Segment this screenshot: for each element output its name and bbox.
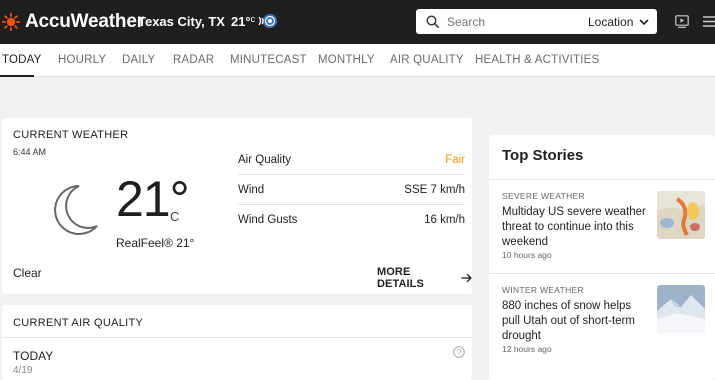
detail-label: Wind bbox=[238, 183, 265, 196]
air-quality-today-label: TODAY bbox=[13, 349, 54, 363]
accuweather-logo[interactable]: AccuWeather bbox=[2, 11, 144, 33]
realfeel-temperature: RealFeel® 21° bbox=[116, 236, 195, 250]
top-stories-card: Top Stories SEVERE WEATHER Multiday US s… bbox=[489, 135, 715, 380]
detail-value: 16 km/h bbox=[424, 214, 465, 226]
help-icon[interactable]: ? bbox=[453, 346, 465, 358]
video-icon[interactable] bbox=[675, 15, 689, 28]
weather-condition: Clear bbox=[13, 266, 42, 280]
detail-value: Fair bbox=[445, 153, 465, 166]
story-item[interactable]: SEVERE WEATHER Multiday US severe weathe… bbox=[489, 179, 715, 274]
current-location[interactable]: Texas City, TX 21°c bbox=[138, 14, 276, 29]
tab-today[interactable]: TODAY bbox=[2, 54, 42, 66]
search-bar: Location bbox=[416, 9, 657, 34]
tab-health-activities[interactable]: HEALTH & ACTIVITIES bbox=[475, 54, 599, 66]
story-headline[interactable]: Multiday US severe weather threat to con… bbox=[502, 205, 648, 250]
story-item[interactable]: WINTER WEATHER 880 inches of snow helps … bbox=[489, 273, 715, 368]
story-category: SEVERE WEATHER bbox=[502, 191, 585, 201]
tab-minutecast[interactable]: MINUTECAST bbox=[230, 54, 307, 66]
air-quality-date: 4/19 bbox=[13, 365, 33, 376]
tab-hourly[interactable]: HOURLY bbox=[58, 54, 106, 66]
more-details-label: MORE DETAILS bbox=[377, 266, 424, 290]
active-tab-indicator bbox=[0, 75, 34, 77]
divider bbox=[2, 337, 474, 338]
air-quality-card: CURRENT AIR QUALITY TODAY 4/19 ? bbox=[2, 305, 474, 380]
radar-badge-icon[interactable] bbox=[258, 11, 278, 31]
top-bar: AccuWeather Texas City, TX 21°c Location bbox=[0, 0, 715, 44]
snow-thumbnail-icon[interactable] bbox=[657, 285, 705, 333]
header-temp-unit: c bbox=[250, 14, 256, 24]
story-time: 10 hours ago bbox=[502, 250, 552, 260]
detail-label: Air Quality bbox=[238, 153, 292, 166]
location-dropdown-label: Location bbox=[588, 15, 634, 29]
arrow-right-icon bbox=[461, 273, 472, 283]
tab-radar[interactable]: RADAR bbox=[173, 54, 214, 66]
sun-logo-icon bbox=[2, 13, 20, 31]
tab-daily[interactable]: DAILY bbox=[122, 54, 155, 66]
detail-row-wind-gusts: Wind Gusts 16 km/h bbox=[238, 205, 465, 235]
clear-night-moon-icon bbox=[54, 185, 98, 235]
nav-tabs: TODAY HOURLY DAILY RADAR MINUTECAST MONT… bbox=[0, 44, 715, 77]
brand-name: AccuWeather bbox=[25, 11, 144, 32]
story-category: WINTER WEATHER bbox=[502, 285, 584, 295]
observation-time: 6:44 AM bbox=[13, 147, 47, 157]
tab-monthly[interactable]: MONTHLY bbox=[318, 54, 375, 66]
detail-label: Wind Gusts bbox=[238, 214, 298, 226]
temperature-unit: C bbox=[170, 209, 180, 224]
more-details-link[interactable]: MORE DETAILS bbox=[377, 266, 472, 290]
header-temp: 21°c bbox=[230, 14, 256, 29]
detail-row-wind: Wind SSE 7 km/h bbox=[238, 175, 465, 205]
location-name: Texas City, TX bbox=[138, 14, 225, 29]
tab-air-quality[interactable]: AIR QUALITY bbox=[390, 54, 464, 66]
weather-map-thumbnail-icon[interactable] bbox=[657, 191, 705, 239]
current-weather-card: CURRENT WEATHER 6:44 AM 21° C RealFeel® … bbox=[2, 118, 472, 294]
air-quality-title: CURRENT AIR QUALITY bbox=[13, 317, 144, 329]
search-input[interactable] bbox=[447, 14, 557, 29]
svg-text:?: ? bbox=[457, 348, 462, 357]
location-dropdown[interactable]: Location bbox=[588, 15, 649, 29]
current-weather-title: CURRENT WEATHER bbox=[13, 129, 129, 141]
top-stories-title: Top Stories bbox=[502, 147, 584, 164]
menu-icon[interactable] bbox=[703, 15, 715, 28]
chevron-down-icon bbox=[639, 19, 649, 26]
search-icon[interactable] bbox=[426, 15, 439, 28]
story-headline[interactable]: 880 inches of snow helps pull Utah out o… bbox=[502, 299, 648, 344]
story-time: 12 hours ago bbox=[502, 344, 552, 354]
detail-row-air-quality: Air Quality Fair bbox=[238, 145, 465, 175]
detail-value: SSE 7 km/h bbox=[404, 183, 465, 196]
